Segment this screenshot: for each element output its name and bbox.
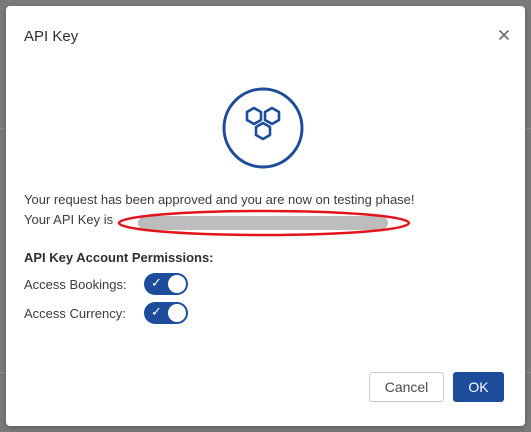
check-icon: ✓	[151, 276, 162, 291]
close-button[interactable]	[495, 26, 513, 44]
check-icon: ✓	[151, 305, 162, 320]
permissions-heading: API Key Account Permissions:	[24, 250, 214, 265]
access-currency-toggle[interactable]: ✓	[144, 302, 188, 324]
approval-message: Your request has been approved and you a…	[24, 192, 415, 207]
permission-label: Access Bookings:	[24, 276, 127, 292]
api-key-redacted-value	[116, 209, 412, 237]
api-key-dialog: API Key Your request has been approved a…	[6, 6, 525, 426]
dialog-title: API Key	[24, 28, 79, 45]
api-key-label: Your API Key is	[24, 212, 114, 227]
permission-label: Access Currency:	[24, 305, 126, 321]
api-logo	[221, 86, 305, 170]
hexagon-cluster-icon	[222, 87, 304, 169]
access-bookings-toggle[interactable]: ✓	[144, 273, 188, 295]
permission-row-bookings: Access Bookings: ✓	[24, 273, 188, 295]
permission-row-currency: Access Currency: ✓	[24, 302, 188, 324]
close-icon	[498, 29, 510, 41]
toggle-knob	[168, 275, 186, 293]
ok-button[interactable]: OK	[453, 372, 504, 402]
cancel-button[interactable]: Cancel	[369, 372, 444, 402]
toggle-knob	[168, 304, 186, 322]
